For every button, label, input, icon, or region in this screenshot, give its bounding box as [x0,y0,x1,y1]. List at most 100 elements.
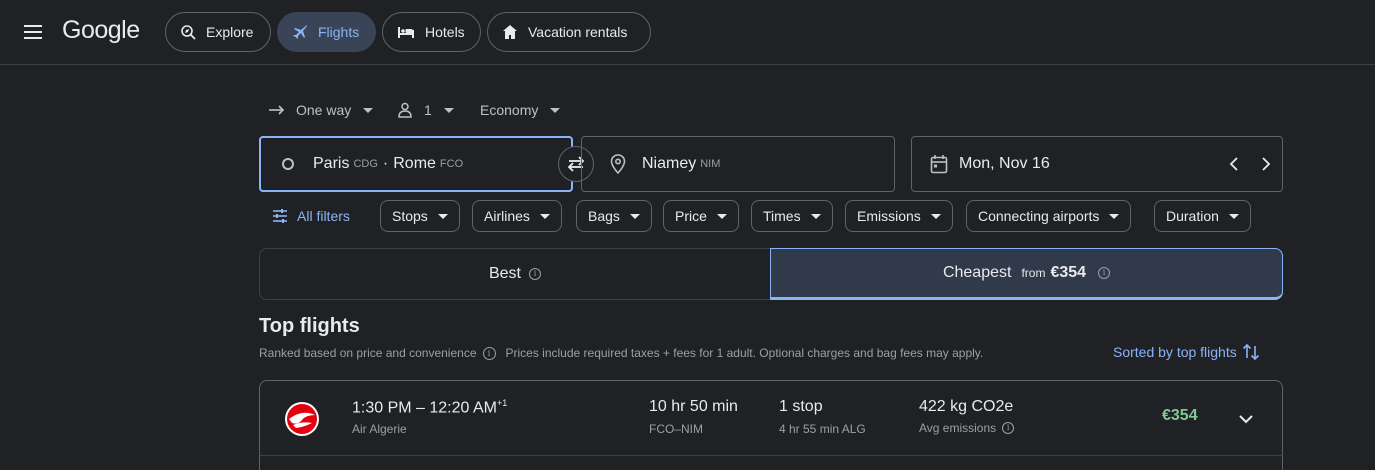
explore-icon [181,25,196,40]
flight-result-row[interactable]: 1:30 PM – 12:20 AM+1 Air Algerie 10 hr 5… [259,380,1283,456]
nav-hotels[interactable]: Hotels [382,12,481,52]
next-date-button[interactable] [1252,137,1280,191]
nav-vacation-rentals-label: Vacation rentals [528,24,628,40]
location-pin-icon [610,154,626,174]
sort-by-button[interactable]: Sorted by top flights [1113,342,1260,362]
air-algerie-logo-icon [285,402,319,436]
tab-best[interactable]: Best i [259,248,771,300]
nav-explore-label: Explore [206,24,254,40]
chevron-down-icon [629,213,640,219]
chevron-down-icon [1228,213,1239,219]
filter-duration[interactable]: Duration [1154,200,1251,232]
expand-button[interactable] [1232,405,1260,433]
chevron-left-icon [1229,157,1238,171]
trip-type-select[interactable]: One way [268,100,374,120]
house-icon [503,25,517,39]
flight-duration: 10 hr 50 min [649,398,738,415]
chevron-down-icon [363,107,374,113]
filter-emissions[interactable]: Emissions [845,200,953,232]
filter-times[interactable]: Times [751,200,833,232]
flight-route: FCO–NIM [649,422,703,436]
chevron-down-icon [1109,213,1120,219]
flight-price: €354 [1162,407,1198,424]
info-icon[interactable]: i [529,268,541,280]
sorted-label: Sorted by top flights [1113,344,1237,360]
bed-icon [398,27,414,38]
nav-flights[interactable]: Flights [277,12,376,52]
price-note: Prices include required taxes + fees for… [505,346,984,360]
calendar-icon [930,155,948,174]
google-logo[interactable]: Google [62,16,140,45]
origin-code-1: CDG [353,158,378,170]
departure-arrival-time: 1:30 PM – 12:20 AM [352,399,497,417]
nav-hotels-label: Hotels [425,24,465,40]
filter-price[interactable]: Price [663,200,739,232]
filter-bags[interactable]: Bags [576,200,652,232]
chevron-down-icon [437,213,448,219]
tab-cheapest[interactable]: Cheapest from €354 i [770,248,1283,300]
chevron-down-icon [810,213,821,219]
nav-vacation-rentals[interactable]: Vacation rentals [487,12,651,52]
chevron-down-icon [443,107,454,113]
origin-city-2: Rome [393,155,436,172]
cabin-class-value: Economy [480,102,539,118]
cabin-class-select[interactable]: Economy [480,100,561,120]
results-notes: Ranked based on price and convenience i … [259,346,983,360]
origin-circle-icon [282,158,294,170]
filter-label: Times [763,208,801,224]
layover-info: 4 hr 55 min ALG [779,422,866,436]
airline-name: Air Algerie [352,422,407,436]
filter-label: Emissions [857,208,921,224]
trip-type-value: One way [296,102,352,118]
passengers-select[interactable]: 1 [398,100,454,120]
filter-label: Price [675,208,707,224]
main-menu-icon[interactable] [22,22,46,42]
tab-cheapest-label: Cheapest [942,264,1012,281]
filter-label: Connecting airports [978,208,1100,224]
top-bar: Google Explore Flights Hotels Vacation r… [0,0,1375,65]
from-label: from [1021,266,1046,280]
ranked-note: Ranked based on price and convenience [259,346,477,360]
info-icon[interactable]: i [1002,422,1015,434]
section-title: Top flights [259,315,360,337]
chevron-down-icon [716,213,727,219]
filter-label: Airlines [484,208,530,224]
previous-date-button[interactable] [1220,137,1248,191]
tab-best-label: Best [488,265,521,282]
all-filters-label: All filters [297,208,350,224]
all-filters-button[interactable]: All filters [272,206,350,226]
airplane-icon [293,25,307,39]
filter-airlines[interactable]: Airlines [472,200,562,232]
chevron-down-icon [550,107,561,113]
filter-label: Bags [588,208,620,224]
origin-code-2: FCO [439,158,464,170]
departure-date-field[interactable]: Mon, Nov 16 [911,136,1283,192]
day-offset: +1 [496,398,508,408]
filter-label: Stops [392,208,428,224]
emissions-note-row: Avg emissions i [919,421,1015,435]
sort-arrows-icon [1242,343,1259,361]
info-icon[interactable]: i [1098,267,1111,279]
flight-emissions: 422 kg CO2e [919,398,1014,415]
info-icon[interactable]: i [482,346,496,360]
chevron-down-icon [1239,415,1253,424]
person-icon [398,102,412,118]
chevron-down-icon [539,213,550,219]
origin-city-1: Paris [313,155,350,172]
destination-field[interactable]: Niamey NIM [581,136,895,192]
nav-explore[interactable]: Explore [165,12,271,52]
departure-date-value: Mon, Nov 16 [959,155,1050,172]
destination-code: NIM [700,158,721,170]
cheapest-price: €354 [1050,264,1087,281]
origin-field[interactable]: Paris CDG · Rome FCO [259,136,573,192]
flight-stops: 1 stop [779,398,823,415]
emissions-note: Avg emissions [919,421,997,435]
chevron-down-icon [930,213,941,219]
filter-connecting-airports[interactable]: Connecting airports [966,200,1132,232]
nav-flights-label: Flights [318,24,360,40]
flight-result-row[interactable] [259,455,1283,470]
origin-separator: · [382,155,389,172]
filter-stops[interactable]: Stops [380,200,460,232]
destination-city: Niamey [642,155,697,172]
arrow-right-icon [269,105,285,115]
